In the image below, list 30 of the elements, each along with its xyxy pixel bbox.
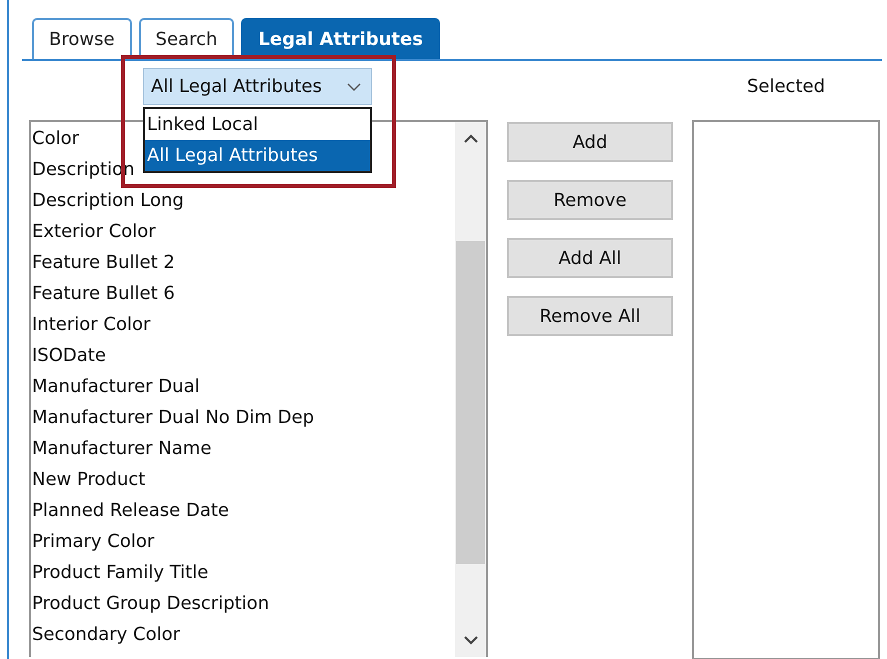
list-item[interactable]: Manufacturer Dual No Dim Dep bbox=[32, 402, 455, 433]
chevron-up-icon[interactable] bbox=[464, 134, 478, 143]
list-item[interactable]: Interior Color bbox=[32, 309, 455, 340]
tab[interactable]: Legal Attributes bbox=[241, 18, 440, 59]
list-item[interactable]: Secondary Color bbox=[32, 619, 455, 650]
selected-label: Selected bbox=[746, 75, 826, 99]
list-item[interactable]: Primary Color bbox=[32, 526, 455, 557]
list-item[interactable]: Product Family Title bbox=[32, 557, 455, 588]
list-item[interactable]: Manufacturer Dual bbox=[32, 371, 455, 402]
list-item[interactable]: Exterior Color bbox=[32, 216, 455, 247]
list-item[interactable]: Description Long bbox=[32, 185, 455, 216]
action-button[interactable]: Remove bbox=[507, 180, 673, 220]
dropdown-option[interactable]: All Legal Attributes bbox=[145, 140, 370, 171]
list-item[interactable]: ISODate bbox=[32, 340, 455, 371]
scrollbar[interactable] bbox=[455, 122, 486, 657]
list-item[interactable]: Planned Release Date bbox=[32, 495, 455, 526]
list-item[interactable]: Product Group Description bbox=[32, 588, 455, 619]
action-button[interactable]: Add bbox=[507, 122, 673, 162]
filter-dropdown[interactable]: All Legal Attributes bbox=[143, 68, 372, 105]
tab[interactable]: Browse bbox=[32, 18, 132, 59]
scrollbar-thumb[interactable] bbox=[456, 241, 485, 564]
list-item[interactable]: Feature Bullet 6 bbox=[32, 278, 455, 309]
caret-icon bbox=[347, 82, 361, 90]
dropdown-option[interactable]: Linked Local bbox=[145, 109, 370, 140]
action-button[interactable]: Add All bbox=[507, 238, 673, 278]
list-item[interactable]: Manufacturer Name bbox=[32, 433, 455, 464]
action-button[interactable]: Remove All bbox=[507, 296, 673, 336]
chevron-down-icon[interactable] bbox=[464, 636, 478, 645]
list-item[interactable]: Feature Bullet 2 bbox=[32, 247, 455, 278]
list-item[interactable]: New Product bbox=[32, 464, 455, 495]
